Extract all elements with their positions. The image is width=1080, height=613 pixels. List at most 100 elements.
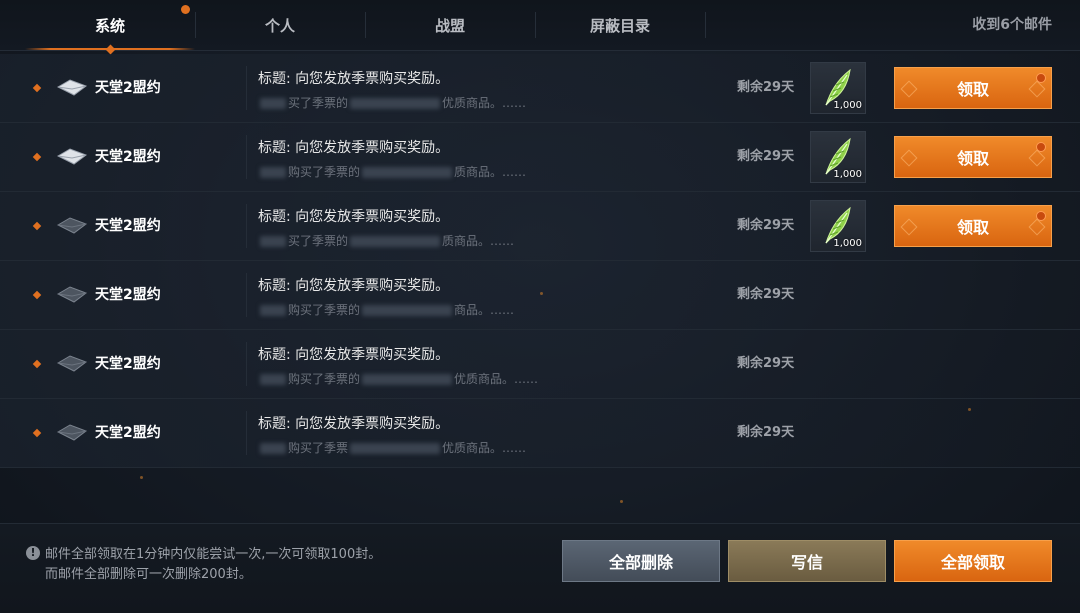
info-icon: ! <box>26 546 40 560</box>
notification-dot <box>181 5 190 14</box>
claim-all-button[interactable]: 全部领取 <box>894 540 1052 582</box>
mail-row[interactable]: 天堂2盟约 标题: 向您发放季票购买奖励。购买了季票的 优质商品。…… 剩余29天 <box>0 330 1080 399</box>
mail-row[interactable]: 天堂2盟约 标题: 向您发放季票购买奖励。买了季票的 质商品。…… 剩余29天 1,00… <box>0 192 1080 261</box>
tab-block-list[interactable]: 屏蔽目录 <box>535 0 705 50</box>
unread-marker <box>32 152 42 162</box>
mail-sender: 天堂2盟约 <box>95 425 161 441</box>
unread-marker <box>32 290 42 300</box>
mail-subject: 标题: 向您发放季票购买奖励。 <box>258 347 450 363</box>
envelope-closed-icon <box>56 285 88 305</box>
button-ornament <box>1028 80 1046 98</box>
preview-text: 质商品。…… <box>442 234 515 248</box>
reward-quantity: 1,000 <box>833 100 862 111</box>
tab-label: 战盟 <box>434 16 465 35</box>
mail-row[interactable]: 天堂2盟约 标题: 向您发放季票购买奖励。购买了季票的 质商品。…… 剩余29天 1,0… <box>0 123 1080 192</box>
unread-marker <box>32 359 42 369</box>
claim-button-label: 领取 <box>956 80 989 99</box>
mail-sender: 天堂2盟约 <box>95 287 161 303</box>
mail-subject: 标题: 向您发放季票购买奖励。 <box>258 140 450 156</box>
mail-preview: 买了季票的 优质商品。…… <box>258 94 526 111</box>
reward-item-slot[interactable]: 1,000 <box>810 62 866 114</box>
claim-button[interactable]: 领取 <box>894 67 1052 109</box>
mail-preview: 购买了季票的 质商品。…… <box>258 163 526 180</box>
redacted-text <box>362 305 453 316</box>
tab-personal[interactable]: 个人 <box>195 0 365 50</box>
tab-label: 屏蔽目录 <box>589 16 650 35</box>
tab-divider <box>705 12 706 38</box>
mail-row[interactable]: 天堂2盟约 标题: 向您发放季票购买奖励。 购买了季票的 商品。…… 剩余29天 <box>0 261 1080 330</box>
days-remaining: 剩余29天 <box>737 425 795 440</box>
mail-sender: 天堂2盟约 <box>95 80 161 96</box>
preview-text: 购买了季票 <box>288 441 349 455</box>
envelope-closed-icon <box>56 423 88 443</box>
days-remaining: 剩余29天 <box>737 149 795 164</box>
claim-button[interactable]: 领取 <box>894 136 1052 178</box>
envelope-closed-icon <box>56 216 88 236</box>
tab-system[interactable]: 系统 <box>25 0 195 55</box>
preview-text: 买了季票的 <box>288 234 349 248</box>
button-ornament <box>900 80 918 98</box>
claim-button-label: 领取 <box>956 218 989 237</box>
mail-sender: 天堂2盟约 <box>95 218 161 234</box>
ember-particle <box>620 500 623 503</box>
redacted-text <box>260 305 286 316</box>
preview-text: 购买了季票的 <box>288 165 361 179</box>
envelope-open-icon <box>56 78 88 98</box>
notice-text-line-1: 邮件全部领取在1分钟内仅能尝试一次,一次可领取100封。 <box>45 547 382 562</box>
preview-text: 买了季票的 <box>288 96 349 110</box>
delete-all-button[interactable]: 全部删除 <box>562 540 720 582</box>
reward-quantity: 1,000 <box>833 169 862 180</box>
mail-row[interactable]: 天堂2盟约 标题: 向您发放季票购买奖励。 买了季票的 优质商品。…… 剩余29天 1,0… <box>0 54 1080 123</box>
reward-item-slot[interactable]: 1,000 <box>810 131 866 183</box>
preview-text: 优质商品。…… <box>442 441 527 455</box>
ember-particle <box>968 408 971 411</box>
column-divider <box>246 135 247 179</box>
mail-subject: 标题: 向您发放季票购买奖励。 <box>258 416 450 432</box>
column-divider <box>246 342 247 386</box>
mail-subject: 标题: 向您发放季票购买奖励。 <box>258 278 450 294</box>
column-divider <box>246 204 247 248</box>
claim-button[interactable]: 领取 <box>894 205 1052 247</box>
redacted-text <box>362 374 453 385</box>
days-remaining: 剩余29天 <box>737 218 795 233</box>
days-remaining: 剩余29天 <box>737 287 795 302</box>
preview-text: 商品。…… <box>454 303 515 317</box>
mail-tab-bar: 系统 个人 战盟 屏蔽目录 收到6个邮件 <box>0 0 1080 55</box>
redacted-text <box>350 443 441 454</box>
write-mail-button[interactable]: 写信 <box>728 540 886 582</box>
redacted-text <box>260 236 286 247</box>
mail-preview: 购买了季票 优质商品。…… <box>258 439 526 456</box>
tab-label: 系统 <box>94 16 125 35</box>
mail-row[interactable]: 天堂2盟约 标题: 向您发放季票购买奖励。购买了季票 优质商品。…… 剩余29天 <box>0 399 1080 468</box>
notification-dot <box>1036 73 1046 83</box>
mail-sender: 天堂2盟约 <box>95 149 161 165</box>
preview-text: 优质商品。…… <box>454 372 539 386</box>
unread-marker <box>32 221 42 231</box>
preview-text: 质商品。…… <box>454 165 527 179</box>
column-divider <box>246 66 247 110</box>
reward-item-slot[interactable]: 1,000 <box>810 200 866 252</box>
days-remaining: 剩余29天 <box>737 356 795 371</box>
redacted-text <box>350 98 441 109</box>
redacted-text <box>350 236 441 247</box>
mail-footer: ! 邮件全部领取在1分钟内仅能尝试一次,一次可领取100封。 而邮件全部删除可一… <box>0 523 1080 613</box>
button-ornament <box>1028 149 1046 167</box>
mail-sender: 天堂2盟约 <box>95 356 161 372</box>
reward-quantity: 1,000 <box>833 238 862 249</box>
preview-text: 购买了季票的 <box>288 372 361 386</box>
unread-marker <box>32 428 42 438</box>
tab-label: 个人 <box>264 16 295 35</box>
column-divider <box>246 411 247 455</box>
mail-preview: 购买了季票的 优质商品。…… <box>258 370 538 387</box>
mail-subject: 标题: 向您发放季票购买奖励。 <box>258 209 450 225</box>
redacted-text <box>260 443 286 454</box>
notice-text-line-2: 而邮件全部删除可一次删除200封。 <box>45 567 252 582</box>
tab-alliance[interactable]: 战盟 <box>365 0 535 50</box>
redacted-text <box>260 374 286 385</box>
button-ornament <box>900 218 918 236</box>
envelope-closed-icon <box>56 354 88 374</box>
button-ornament <box>1028 218 1046 236</box>
redacted-text <box>260 167 286 178</box>
envelope-open-icon <box>56 147 88 167</box>
ember-particle <box>540 292 543 295</box>
